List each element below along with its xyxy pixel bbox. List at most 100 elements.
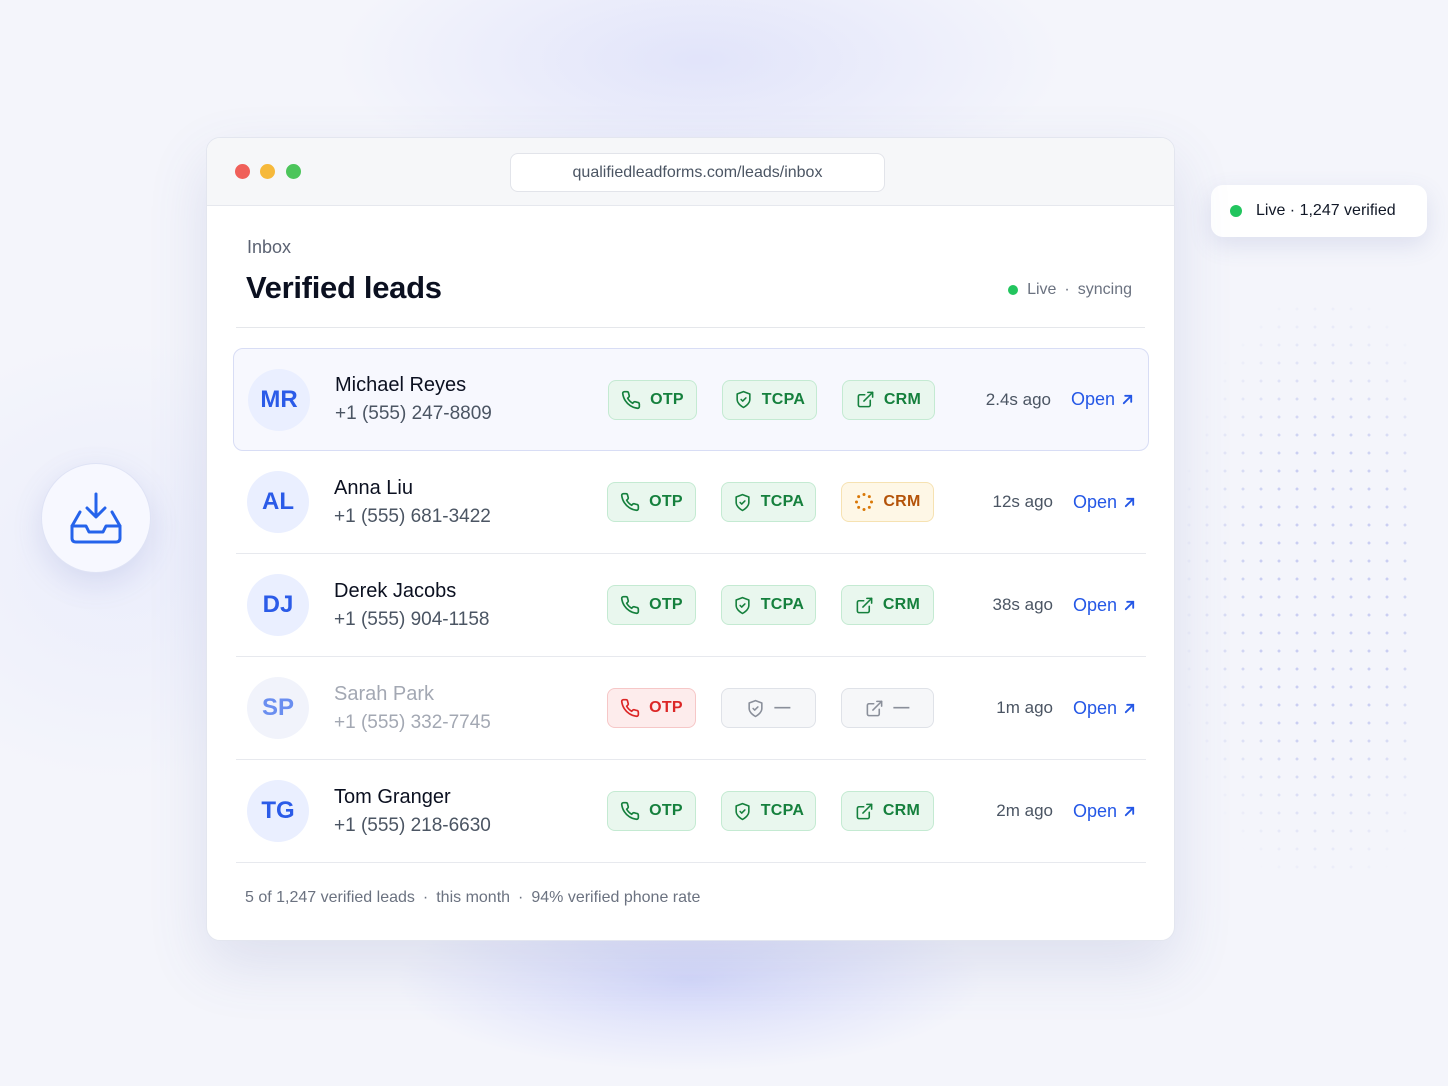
live-verified-pill: Live · 1,247 verified [1211,185,1427,237]
footer-period: this month [436,889,511,906]
otp-badge-label: OTP [649,802,683,819]
header-divider [236,327,1145,328]
inbox-badge [41,463,151,573]
lead-info: Anna Liu +1 (555) 681-3422 [334,477,491,528]
decorative-dot-grid [1180,300,1420,880]
table-row[interactable]: SP Sarah Park +1 (555) 332-7745 OTP — — … [236,657,1146,760]
phone-icon [621,698,640,718]
open-lead-link[interactable]: Open [1073,698,1136,719]
open-lead-label: Open [1072,491,1117,512]
inbox-download-icon [70,492,122,544]
crm-badge: CRM [841,482,934,522]
table-row[interactable]: AL Anna Liu +1 (555) 681-3422 OTP TCPA C… [236,451,1146,554]
crm-badge-label: CRM [883,390,922,408]
tcpa-badge: TCPA [721,482,816,522]
live-status-dot [1008,285,1019,295]
status-live-label: Live [1027,281,1057,298]
external-link-icon [866,700,883,716]
crm-badge-label: CRM [882,596,921,613]
lead-phone: +1 (555) 332-7745 [334,711,491,733]
open-lead-link[interactable]: Open [1073,801,1136,822]
sync-status: Live · syncing [1008,281,1132,299]
arrow-up-right-icon [1124,806,1135,816]
footer-separator: · [422,889,429,906]
lead-info: Sarah Park +1 (555) 332-7745 [334,683,491,734]
avatar: TG [247,780,309,842]
minimize-window-button[interactable] [260,164,275,179]
lead-info: Derek Jacobs +1 (555) 904-1158 [334,580,489,631]
maximize-window-button[interactable] [286,164,301,179]
lead-name: Derek Jacobs [334,579,457,602]
lead-timestamp: 38s ago [992,595,1054,614]
arrow-up-right-icon [1124,600,1135,610]
otp-badge: OTP [607,585,696,625]
lead-timestamp: 2.4s ago [985,389,1051,409]
external-link-icon [856,597,873,613]
phone-icon [621,801,640,821]
lead-info: Tom Granger +1 (555) 218-6630 [334,786,491,837]
browser-titlebar: qualifiedleadforms.com/leads/inbox [207,138,1174,206]
external-link-icon [856,803,873,819]
live-indicator-dot [1230,205,1242,217]
arrow-up-right-icon [1124,497,1135,507]
lead-info: Michael Reyes +1 (555) 247-8809 [335,374,492,425]
footer-separator: · [518,889,524,906]
tcpa-badge: TCPA [722,379,817,420]
shield-check-icon [748,699,763,717]
lead-name: Michael Reyes [335,374,467,396]
crm-badge: — [841,688,934,728]
page-title: Verified leads [246,270,442,305]
open-lead-label: Open [1072,594,1117,615]
lead-name: Anna Liu [334,476,413,499]
list-footer: 5 of 1,247 verified leads · this month · 94%… [245,889,700,907]
crm-badge-label: — [893,699,910,716]
crm-badge-label: CRM [883,493,921,510]
tcpa-badge-label: TCPA [761,390,806,408]
open-lead-link[interactable]: Open [1073,595,1136,616]
browser-window: qualifiedleadforms.com/leads/inbox Inbox… [206,137,1175,941]
close-window-button[interactable] [235,164,250,179]
shield-check-icon [736,390,751,409]
otp-badge: OTP [607,482,696,522]
otp-badge: OTP [608,379,697,420]
footer-rate: 94% verified phone rate [531,889,701,906]
crm-badge: CRM [841,791,934,831]
otp-badge-label: OTP [649,493,683,510]
leads-list: MR Michael Reyes +1 (555) 247-8809 OTP T… [233,348,1149,863]
open-lead-label: Open [1070,389,1115,409]
otp-badge: OTP [607,791,696,831]
table-row[interactable]: DJ Derek Jacobs +1 (555) 904-1158 OTP TC… [236,554,1146,657]
open-lead-link[interactable]: Open [1073,492,1136,513]
avatar: DJ [247,574,309,636]
table-row[interactable]: TG Tom Granger +1 (555) 218-6630 OTP TCP… [236,760,1146,863]
tcpa-badge-label: — [774,699,791,716]
address-bar[interactable]: qualifiedleadforms.com/leads/inbox [510,153,885,192]
crm-badge: CRM [841,585,934,625]
phone-icon [621,595,640,615]
external-link-icon [857,391,874,408]
avatar: MR [248,368,310,431]
tcpa-badge: — [721,688,816,728]
table-row[interactable]: MR Michael Reyes +1 (555) 247-8809 OTP T… [233,348,1149,451]
open-lead-link[interactable]: Open [1071,389,1134,410]
avatar: AL [247,471,309,533]
lead-phone: +1 (555) 904-1158 [334,608,490,630]
footer-count: 5 of 1,247 verified leads [245,889,415,906]
avatar: SP [247,677,309,739]
breadcrumb[interactable]: Inbox [247,237,291,258]
open-lead-label: Open [1072,800,1117,821]
tcpa-badge-label: TCPA [760,802,805,819]
crm-badge: CRM [842,379,935,420]
shield-check-icon [735,596,750,614]
lead-phone: +1 (555) 681-3422 [334,505,491,527]
lead-phone: +1 (555) 247-8809 [335,403,492,424]
lead-timestamp: 1m ago [996,698,1053,717]
phone-icon [621,492,640,512]
otp-badge: OTP [607,688,696,728]
shield-check-icon [735,493,750,511]
crm-badge-label: CRM [882,802,921,819]
lead-timestamp: 12s ago [992,492,1054,511]
status-state-label: syncing [1077,281,1132,298]
phone-icon [622,390,641,409]
arrow-up-right-icon [1124,703,1135,713]
